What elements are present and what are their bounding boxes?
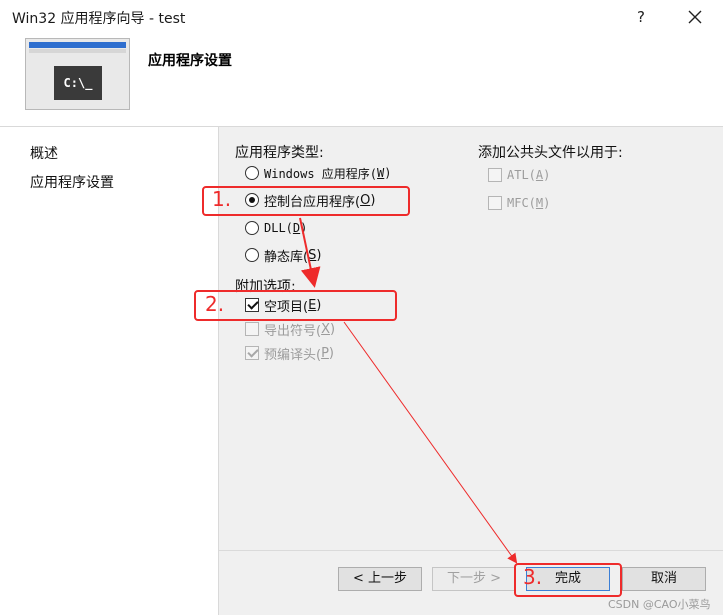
checkbox-mfc[interactable]: MFC(M) — [488, 193, 550, 213]
annotation-box-step2 — [194, 290, 397, 321]
next-button[interactable]: 下一步 > — [432, 567, 516, 591]
illustration-titlebar — [29, 42, 126, 48]
watermark: CSDN @CAO小菜鸟 — [608, 598, 711, 611]
annotation-step1-number: 1. — [212, 187, 232, 211]
annotation-box-step1 — [202, 186, 410, 216]
checkbox-indicator — [245, 322, 259, 336]
annotation-step3-number: 3. — [523, 565, 543, 589]
radio-indicator — [245, 248, 259, 262]
close-icon — [688, 10, 702, 24]
cancel-button[interactable]: 取消 — [622, 567, 706, 591]
radio-static-lib[interactable]: 静态库(S) — [245, 245, 321, 265]
prev-button[interactable]: < 上一步 — [338, 567, 422, 591]
checkbox-indicator — [245, 346, 259, 360]
checkbox-precompiled-header[interactable]: 预编译头(P) — [245, 343, 334, 363]
wizard-window: Win32 应用程序向导 - test ? C:\_ 应用程序设置 概述 应用程… — [0, 0, 723, 615]
checkbox-atl[interactable]: ATL(A) — [488, 165, 550, 185]
radio-indicator — [245, 166, 259, 180]
wizard-nav: 概述 应用程序设置 — [20, 127, 218, 615]
radio-windows-app[interactable]: Windows 应用程序(W) — [245, 163, 392, 183]
checkbox-export-symbols[interactable]: 导出符号(X) — [245, 319, 335, 339]
nav-item-overview[interactable]: 概述 — [30, 143, 58, 163]
close-button[interactable] — [680, 4, 710, 30]
common-headers-label: 添加公共头文件以用于: — [478, 145, 623, 161]
title-bar: Win32 应用程序向导 - test ? — [0, 0, 723, 34]
checkbox-indicator — [488, 168, 502, 182]
window-title: Win32 应用程序向导 - test — [12, 11, 186, 27]
help-button[interactable]: ? — [628, 4, 654, 30]
app-type-label: 应用程序类型: — [235, 145, 324, 161]
radio-dll[interactable]: DLL(D) — [245, 218, 307, 238]
radio-indicator — [245, 221, 259, 235]
illustration-menubar — [29, 49, 126, 53]
nav-item-app-settings[interactable]: 应用程序设置 — [30, 172, 114, 192]
console-app-illustration: C:\_ — [25, 38, 130, 110]
console-icon: C:\_ — [54, 66, 102, 100]
page-title: 应用程序设置 — [148, 53, 232, 69]
checkbox-indicator — [488, 196, 502, 210]
annotation-step2-number: 2. — [205, 292, 225, 316]
